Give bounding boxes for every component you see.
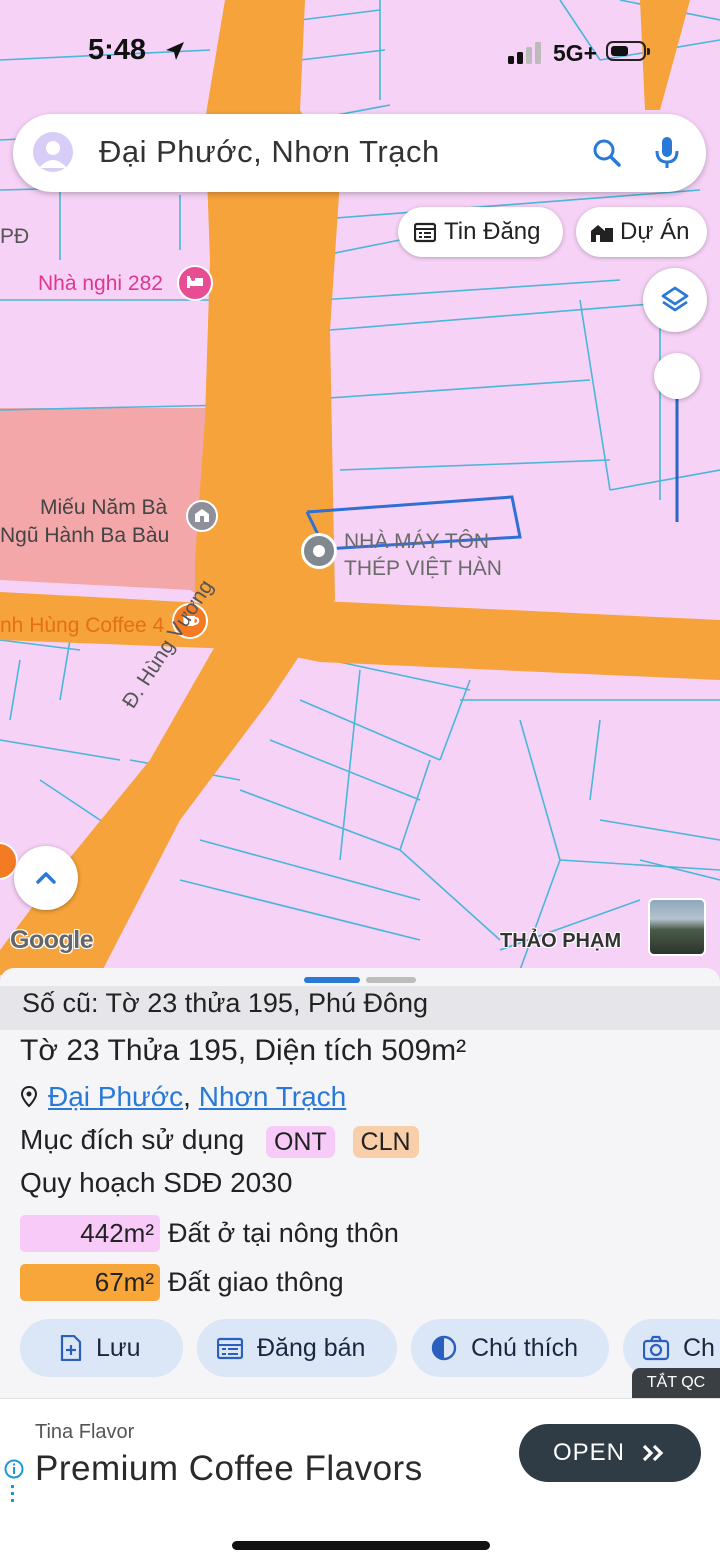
plan-label-traffic: Đất giao thông: [168, 1267, 344, 1297]
plan-label: Quy hoạch SDĐ 2030: [20, 1167, 293, 1198]
sheet-number: 23: [66, 1034, 100, 1067]
poi-factory-line2[interactable]: THÉP VIỆT HÀN: [344, 557, 502, 581]
district-link[interactable]: Nhơn Trạch: [199, 1081, 347, 1112]
hotel-marker-icon[interactable]: [177, 265, 213, 301]
poi-temple-line1[interactable]: Miếu Năm Bà: [40, 496, 167, 520]
camera-icon: [643, 1335, 670, 1361]
ad-open-label: OPEN: [552, 1439, 625, 1466]
capture-button-label: Ch: [683, 1333, 715, 1362]
save-button[interactable]: Lưu: [20, 1319, 183, 1377]
parcel-title: Tờ 23 Thửa 195, Diện tích 509m²: [20, 1034, 466, 1068]
usage-row: Mục đích sử dụng ONT CLN: [20, 1124, 419, 1158]
listings-button[interactable]: Tin Đăng: [398, 207, 563, 257]
info-icon[interactable]: [4, 1459, 24, 1479]
parcel-area: 509: [381, 1034, 432, 1067]
save-button-label: Lưu: [96, 1333, 141, 1362]
layers-icon: [661, 286, 689, 312]
old-number-text: Số cũ: Tờ 23 thửa 195, Phú Đông: [22, 988, 429, 1018]
legend-button-label: Chú thích: [471, 1333, 579, 1362]
location-row: Đại Phước, Nhơn Trạch: [20, 1081, 346, 1113]
photo-thumbnail[interactable]: [648, 898, 706, 956]
microphone-icon[interactable]: [653, 135, 681, 171]
poi-temple-line2[interactable]: Ngũ Hành Ba Bàu: [0, 524, 169, 548]
usage-label: Mục đích sử dụng: [20, 1124, 245, 1155]
photo-credit-label: THẢO PHẠM: [500, 930, 622, 952]
projects-button[interactable]: Dự Án: [576, 207, 707, 257]
parcel-mid1: Thửa: [99, 1034, 188, 1067]
location-pin-icon[interactable]: [301, 533, 337, 569]
poi-guesthouse-label[interactable]: Nhà nghi 282: [38, 272, 163, 296]
calendar-list-icon: [217, 1337, 243, 1360]
google-logo: Google: [10, 926, 94, 954]
ad-headline: Premium Coffee Flavors: [35, 1449, 423, 1488]
map-edge-label: PĐ: [0, 225, 30, 248]
contrast-icon: [431, 1335, 457, 1361]
search-query[interactable]: Đại Phước, Nhơn Trạch: [99, 134, 440, 170]
location-arrow-icon: [166, 42, 184, 60]
network-type: 5G+: [553, 40, 598, 66]
parcel-mid2: , Diện tích: [237, 1034, 382, 1067]
parcel-prefix: Tờ: [20, 1034, 67, 1067]
plan-label-residential: Đất ở tại nông thôn: [168, 1218, 399, 1248]
calendar-list-icon: [414, 222, 436, 243]
location-separator: ,: [183, 1081, 199, 1112]
legend-button[interactable]: Chú thích: [411, 1319, 609, 1377]
double-chevron-right-icon: [642, 1444, 664, 1462]
ad-open-button[interactable]: OPEN: [519, 1424, 701, 1482]
ad-choices-dots: [11, 1485, 14, 1503]
hide-ads-button[interactable]: TẮT QC: [632, 1368, 720, 1398]
poi-coffee-label[interactable]: nh Hùng Coffee 4: [0, 614, 164, 638]
battery-icon: [606, 41, 650, 61]
ward-link[interactable]: Đại Phước: [48, 1081, 183, 1112]
old-number-row: Số cũ: Tờ 23 thửa 195, Phú Đông: [0, 986, 720, 1030]
ad-banner[interactable]: Tina Flavor Premium Coffee Flavors OPEN: [0, 1398, 720, 1565]
clock: 5:48: [88, 34, 147, 66]
plan-area-residential: 442m²: [20, 1215, 160, 1252]
ad-brand: Tina Flavor: [35, 1421, 135, 1443]
add-file-icon: [60, 1335, 82, 1361]
plan-area-traffic: 67m²: [20, 1264, 160, 1301]
usage-tag-cln: CLN: [352, 1125, 419, 1158]
poi-factory-line1[interactable]: NHÀ MÁY TÔN: [344, 530, 489, 554]
sheet-handle-active[interactable]: [304, 977, 360, 983]
post-sale-button[interactable]: Đăng bán: [197, 1319, 397, 1377]
cellular-signal-icon: [508, 42, 541, 64]
parcel-number: 195: [187, 1034, 238, 1067]
parcel-area-unit: m²: [431, 1034, 467, 1067]
post-sale-button-label: Đăng bán: [257, 1333, 366, 1362]
buildings-icon: [591, 225, 613, 242]
avatar[interactable]: [33, 132, 73, 172]
parcel-info-sheet[interactable]: Số cũ: Tờ 23 thửa 195, Phú Đông Tờ 23 Th…: [0, 968, 720, 1398]
search-bar[interactable]: Đại Phước, Nhơn Trạch: [13, 114, 706, 192]
layers-button[interactable]: [643, 268, 707, 332]
opacity-slider-handle[interactable]: [654, 353, 700, 399]
map-pin-icon: [20, 1085, 38, 1108]
search-icon[interactable]: [591, 137, 623, 169]
chevron-up-icon: [36, 872, 56, 884]
usage-tag-ont: ONT: [265, 1125, 335, 1158]
listings-button-label: Tin Đăng: [444, 218, 541, 245]
home-indicator: [232, 1541, 490, 1550]
sheet-handle-inactive[interactable]: [366, 977, 416, 983]
status-bar: 5:48 5G+: [0, 0, 720, 105]
projects-button-label: Dự Án: [620, 218, 690, 245]
temple-marker-icon[interactable]: [186, 500, 218, 532]
expand-sheet-button[interactable]: [14, 846, 78, 910]
